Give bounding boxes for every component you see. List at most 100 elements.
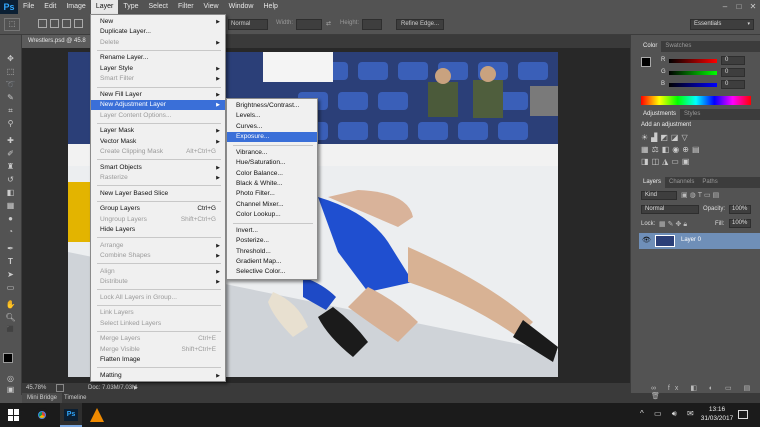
menu-item-black-white[interactable]: Black & White... [227,179,317,189]
quick-mask-icon[interactable]: ◎ [4,373,17,384]
status-menu-arrow-icon[interactable]: ▶ [134,383,138,393]
rectangle-tool-icon[interactable]: ▭ [4,282,17,293]
curves-icon[interactable]: ◩ [660,133,671,142]
workspace-select[interactable]: Essentials ▾ [690,19,754,30]
height-input[interactable] [362,19,382,30]
menu-item-layer-content-options[interactable]: Layer Content Options... [91,111,225,121]
photo-filter-icon[interactable]: ◉ [672,145,682,154]
menu-item-hue-saturation[interactable]: Hue/Saturation... [227,158,317,168]
menu-item-photo-filter[interactable]: Photo Filter... [227,189,317,199]
black-white-icon[interactable]: ◧ [662,145,673,154]
menu-item-vector-mask[interactable]: Vector Mask ▶ [91,137,225,147]
menu-item-align[interactable]: Align ▶ [91,267,225,277]
menu-item-selective-color[interactable]: Selective Color... [227,267,317,277]
eyedropper-tool-icon[interactable]: ⚲ [4,118,17,129]
channel-g-slider[interactable] [669,71,717,75]
foreground-color-swatch[interactable] [3,353,13,363]
paths-tab[interactable]: Paths [698,177,721,188]
opacity-input[interactable]: 100% [729,205,751,214]
clock-time[interactable]: 13:16 [700,406,734,413]
history-brush-tool-icon[interactable]: ↺ [4,174,17,185]
marquee-tool-icon[interactable]: ⬚ [4,66,17,77]
menu-item-merge-visible[interactable]: Merge Visible Shift+Ctrl+E [91,345,225,355]
move-tool-icon[interactable]: ✥ [4,53,17,64]
menu-file[interactable]: File [18,0,39,14]
minimize-icon[interactable]: – [718,0,732,14]
exposure-icon[interactable]: ◪ [671,133,682,142]
menu-item-channel-mixer[interactable]: Channel Mixer... [227,200,317,210]
vlc-icon[interactable] [90,408,104,422]
chrome-icon[interactable] [35,408,49,422]
menu-image[interactable]: Image [61,0,90,14]
menu-item-new-layer-based-slice[interactable]: New Layer Based Slice [91,189,225,199]
system-tray-icons[interactable]: ^ ▭ 🔊︎ ✉ [640,409,698,419]
menu-item-color-balance[interactable]: Color Balance... [227,169,317,179]
menu-item-new-adjustment-layer[interactable]: New Adjustment Layer ▶ [91,100,225,111]
eye-visibility-icon[interactable]: 👁︎ [642,236,651,244]
menu-item-layer-mask[interactable]: Layer Mask ▶ [91,126,225,136]
gradient-tool-icon[interactable]: ▦ [4,200,17,211]
notifications-icon[interactable] [738,410,748,419]
selective-color-icon[interactable]: ▣ [682,157,693,166]
layer-filter-icons[interactable]: ▣◍T▭▤ [681,191,721,199]
menu-item-matting[interactable]: Matting ▶ [91,371,225,381]
brush-tool-icon[interactable]: ✐ [4,148,17,159]
timeline-tab[interactable]: Timeline [64,393,86,403]
menu-help[interactable]: Help [259,0,283,14]
clock-date[interactable]: 31/03/2017 [700,415,734,422]
default-colors-icon[interactable]: ⬛ [4,325,17,336]
menu-item-link-layers[interactable]: Link Layers [91,308,225,318]
eraser-tool-icon[interactable]: ◧ [4,187,17,198]
menu-item-rasterize[interactable]: Rasterize ▶ [91,173,225,183]
fill-input[interactable]: 100% [729,219,751,228]
levels-icon[interactable]: ▟ [651,133,660,142]
menu-item-levels[interactable]: Levels... [227,111,317,121]
menu-item-invert[interactable]: Invert... [227,226,317,236]
menu-item-arrange[interactable]: Arrange ▶ [91,241,225,251]
blur-tool-icon[interactable]: ● [4,213,17,224]
menu-item-exposure[interactable]: Exposure... [227,132,317,143]
channel-b-value[interactable]: 0 [721,80,745,89]
color-tab[interactable]: Color [639,41,662,52]
menu-item-curves[interactable]: Curves... [227,122,317,132]
menu-type[interactable]: Type [118,0,143,14]
menu-item-rename-layer[interactable]: Rename Layer... [91,53,225,63]
posterize-icon[interactable]: ◫ [652,157,663,166]
menu-item-hide-layers[interactable]: Hide Layers [91,225,225,235]
photoshop-taskbar-button[interactable]: Ps [60,403,82,427]
document-tab[interactable]: Wrestlers.psd @ 45.8 [22,35,92,48]
menu-item-lock-all-layers-in-group[interactable]: Lock All Layers in Group... [91,293,225,303]
channel-r-slider[interactable] [669,59,717,63]
menu-item-smart-objects[interactable]: Smart Objects ▶ [91,163,225,173]
brightness-icon[interactable]: ☀ [641,133,651,142]
adjustments-tab[interactable]: Adjustments [639,109,681,120]
lasso-tool-icon[interactable]: ➰ [4,79,17,90]
swap-icon[interactable]: ⇄ [326,20,331,27]
menu-item-gradient-map[interactable]: Gradient Map... [227,257,317,267]
subtract-selection-icon[interactable] [62,19,71,28]
gradient-map-icon[interactable]: ▭ [671,157,682,166]
close-icon[interactable]: ✕ [746,0,760,14]
swatches-tab[interactable]: Swatches [661,41,695,52]
hue-sat-icon[interactable]: ▦ [641,145,652,154]
menu-layer[interactable]: Layer [90,0,119,14]
style-select[interactable]: Normal [228,19,268,30]
color-spectrum-ramp[interactable] [641,96,751,105]
channel-g-value[interactable]: 0 [721,68,745,77]
zoom-tool-icon[interactable]: 🔍︎ [4,312,17,323]
refine-edge-button[interactable]: Refine Edge... [396,19,444,30]
menu-window[interactable]: Window [224,0,259,14]
blend-mode-select[interactable]: Normal [641,205,699,214]
menu-item-merge-layers[interactable]: Merge Layers Ctrl+E [91,334,225,344]
channel-b-slider[interactable] [669,83,717,87]
hand-tool-icon[interactable]: ✋ [4,299,17,310]
zoom-level[interactable]: 45.78% [26,383,46,393]
menu-item-duplicate-layer[interactable]: Duplicate Layer... [91,27,225,37]
menu-item-new[interactable]: New ▶ [91,17,225,27]
layer-name[interactable]: Layer 0 [681,237,701,243]
menu-item-posterize[interactable]: Posterize... [227,236,317,246]
menu-item-create-clipping-mask[interactable]: Create Clipping Mask Alt+Ctrl+G [91,147,225,157]
crop-tool-icon[interactable]: ⌗ [4,105,17,116]
menu-item-delete[interactable]: Delete ▶ [91,38,225,48]
menu-item-brightness-contrast[interactable]: Brightness/Contrast... [227,101,317,111]
